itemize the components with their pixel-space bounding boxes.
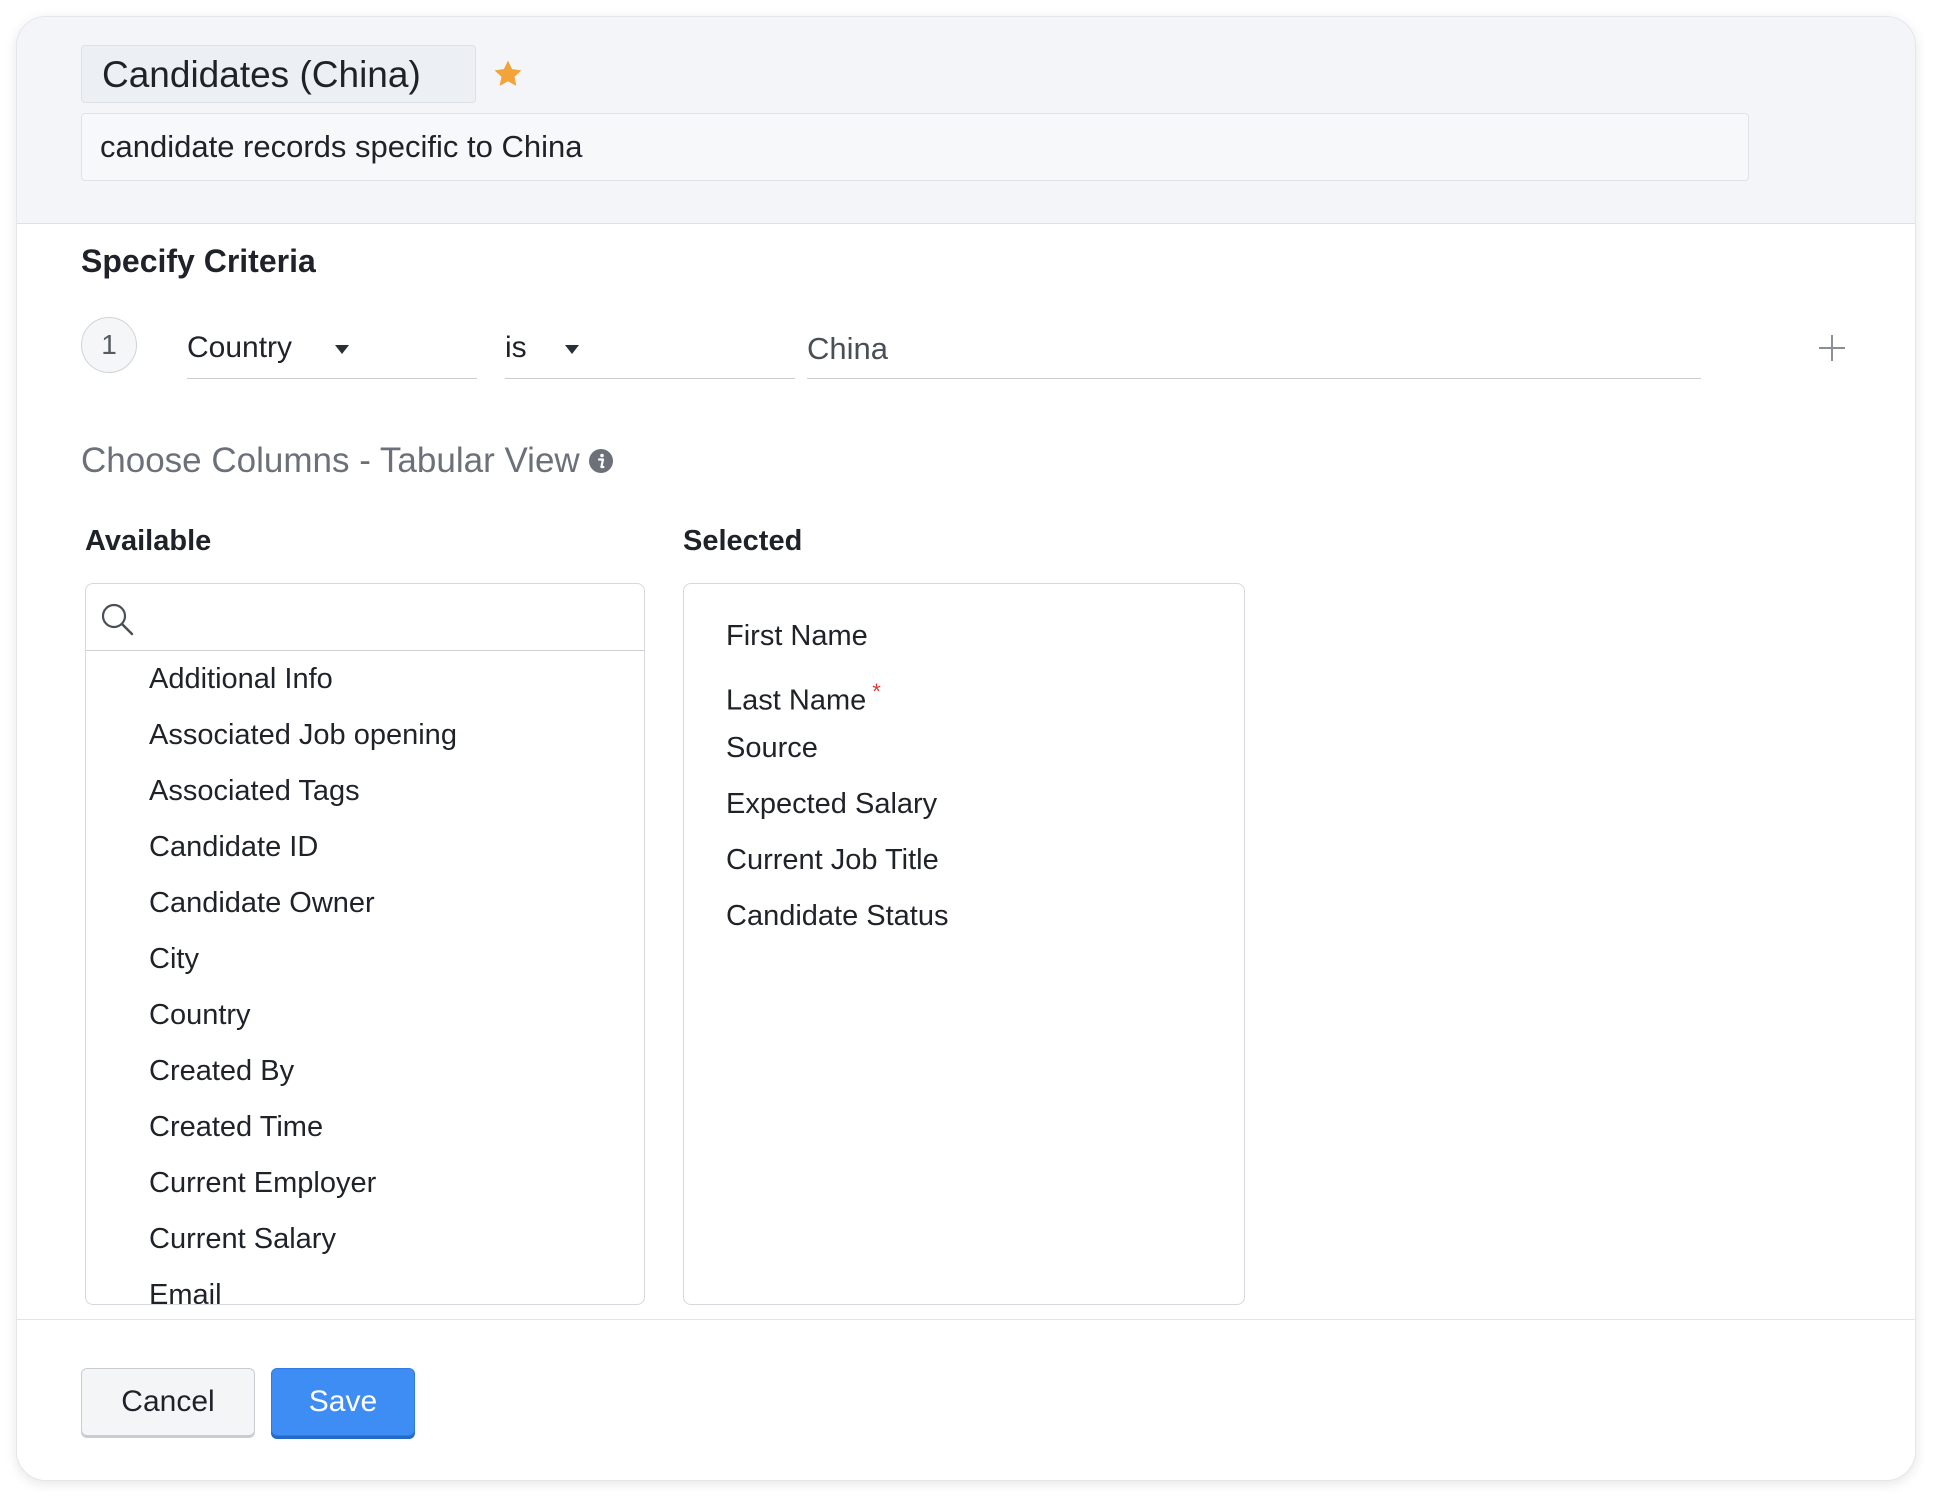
available-column-item[interactable]: Candidate ID — [86, 819, 644, 875]
choose-columns-heading: Choose Columns - Tabular View — [81, 441, 614, 481]
criteria-operator-value: is — [505, 331, 527, 364]
selected-column-item[interactable]: Current Job Title — [684, 832, 1244, 888]
required-marker: * — [872, 679, 881, 704]
available-column-item[interactable]: Current Employer — [86, 1155, 644, 1211]
choose-columns-title: Choose Columns - Tabular View — [81, 441, 580, 480]
available-column-item[interactable]: Associated Tags — [86, 763, 644, 819]
selected-column-item[interactable]: Source — [684, 720, 1244, 776]
available-column-item[interactable]: City — [86, 931, 644, 987]
view-header: Candidates (China) candidate records spe… — [17, 17, 1915, 224]
criteria-field-select[interactable]: Country — [187, 323, 477, 379]
selected-column-label: Last Name — [726, 684, 867, 717]
available-column-item[interactable]: Email — [86, 1267, 644, 1304]
available-column-item[interactable]: Current Salary — [86, 1211, 644, 1267]
form-footer: Cancel Save — [17, 1319, 1915, 1480]
available-column-item[interactable]: Created Time — [86, 1099, 644, 1155]
criteria-field-value: Country — [187, 331, 293, 364]
info-icon[interactable] — [588, 448, 614, 474]
specify-criteria-heading: Specify Criteria — [81, 243, 316, 279]
available-search-input[interactable] — [146, 592, 630, 644]
save-button[interactable]: Save — [271, 1368, 415, 1436]
available-columns-panel[interactable]: Additional Info Associated Job opening A… — [85, 583, 645, 1305]
criteria-operator-select[interactable]: is — [505, 323, 795, 379]
available-column-item[interactable]: Created By — [86, 1043, 644, 1099]
custom-view-editor: Candidates (China) candidate records spe… — [16, 16, 1916, 1481]
available-columns-list: Additional Info Associated Job opening A… — [86, 651, 644, 1304]
view-name-field[interactable]: Candidates (China) — [81, 45, 476, 103]
available-search-bar — [86, 584, 644, 651]
selected-columns-label: Selected — [683, 525, 803, 557]
available-column-item[interactable]: Associated Job opening — [86, 707, 644, 763]
criteria-row-number: 1 — [81, 317, 137, 373]
selected-column-item[interactable]: Candidate Status — [684, 888, 1244, 944]
selected-column-item[interactable]: Expected Salary — [684, 776, 1244, 832]
available-columns-label: Available — [85, 525, 212, 557]
available-column-item[interactable]: Country — [86, 987, 644, 1043]
selected-column-item[interactable]: First Name — [684, 608, 1244, 664]
chevron-down-icon — [335, 345, 349, 354]
view-description-field[interactable]: candidate records specific to China — [81, 113, 1749, 181]
selected-column-item[interactable]: Last Name * — [684, 664, 1244, 720]
selected-columns-list: First Name Last Name * Source Expected Sa… — [684, 584, 1244, 944]
favorite-star-icon[interactable] — [491, 57, 525, 91]
available-column-item[interactable]: Candidate Owner — [86, 875, 644, 931]
criteria-value-input[interactable]: China — [807, 323, 1701, 379]
search-icon — [101, 603, 134, 636]
chevron-down-icon — [565, 345, 579, 354]
available-column-item[interactable]: Additional Info — [86, 651, 644, 707]
cancel-button[interactable]: Cancel — [81, 1368, 255, 1436]
selected-columns-panel[interactable]: First Name Last Name * Source Expected Sa… — [683, 583, 1245, 1305]
add-criteria-plus-icon[interactable] — [1817, 333, 1847, 363]
